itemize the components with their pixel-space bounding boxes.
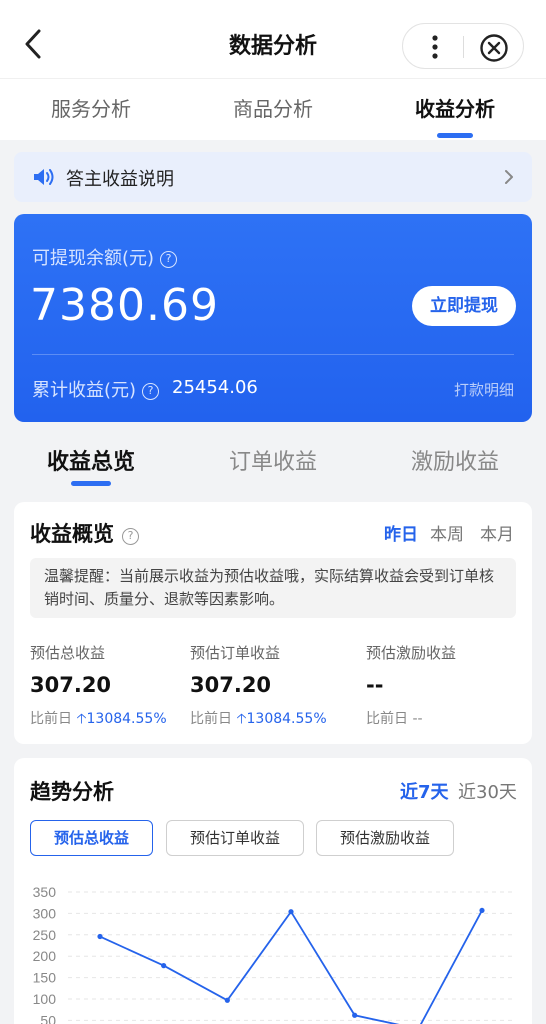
chip-incentive-income[interactable]: 预估激励收益	[316, 820, 454, 856]
more-button[interactable]	[423, 32, 447, 62]
period-yesterday[interactable]: 昨日	[384, 520, 418, 545]
cumulative-label-row: 累计收益(元)?	[32, 376, 160, 402]
data-point[interactable]	[97, 933, 103, 940]
tab-income-overview[interactable]: 收益总览	[0, 444, 182, 476]
overview-title-row: 收益概览?	[30, 518, 139, 548]
chevron-right-icon	[505, 170, 513, 184]
y-tick-label: 200	[33, 948, 57, 964]
compare-change: --	[412, 711, 423, 727]
trend-line-chart: 350 300 250 200 150 100 50	[33, 884, 514, 1024]
active-tab-indicator	[437, 133, 473, 138]
divider	[32, 354, 514, 355]
compare-label: 比前日	[366, 711, 408, 727]
tab-service-analysis[interactable]: 服务分析	[0, 93, 182, 122]
metric-compare: 比前日 --	[366, 708, 456, 728]
data-point[interactable]	[161, 963, 167, 969]
close-circle-icon	[480, 34, 508, 62]
income-overview-card: 收益概览? 昨日 本周 本月 温馨提醒：当前展示收益为预估收益哦，实际结算收益会…	[14, 502, 532, 744]
tab-incentive-income[interactable]: 激励收益	[364, 444, 546, 476]
y-tick-label: 250	[33, 927, 57, 943]
close-button[interactable]	[479, 33, 509, 63]
trend-analysis-card: 趋势分析 近7天 近30天 预估总收益 预估订单收益 预估激励收益 350 300…	[14, 758, 532, 1024]
data-point[interactable]	[224, 997, 230, 1003]
y-tick-label: 100	[33, 991, 57, 1007]
compare-change: 13084.55%	[246, 711, 327, 727]
active-sub-tab-indicator	[71, 481, 111, 486]
cumulative-label: 累计收益(元)	[32, 380, 137, 401]
compare-label: 比前日	[190, 711, 232, 727]
period-this-month[interactable]: 本月	[480, 520, 514, 545]
period-this-week[interactable]: 本周	[430, 520, 464, 545]
arrow-up-icon: 🡡	[76, 711, 87, 727]
notice-text: 答主收益说明	[66, 169, 174, 190]
y-tick-label: 350	[33, 884, 57, 900]
data-point[interactable]	[352, 1012, 358, 1018]
range-7-days[interactable]: 近7天	[400, 778, 449, 804]
tip-box: 温馨提醒：当前展示收益为预估收益哦，实际结算收益会受到订单核销时间、质量分、退款…	[30, 558, 516, 618]
help-icon[interactable]: ?	[142, 383, 160, 400]
metric-compare: 比前日 🡡13084.55%	[30, 708, 167, 732]
tab-product-analysis[interactable]: 商品分析	[182, 93, 364, 122]
analysis-tabs: 服务分析 商品分析 收益分析	[0, 78, 546, 140]
series-line	[99, 909, 483, 1024]
capsule-divider	[463, 36, 464, 58]
withdraw-button[interactable]: 立即提现	[412, 286, 516, 326]
balance-label-row: 可提现余额(元)?	[32, 244, 178, 270]
range-30-days[interactable]: 近30天	[458, 778, 517, 804]
tab-order-income[interactable]: 订单收益	[182, 444, 364, 476]
trend-title: 趋势分析	[30, 780, 114, 804]
metric-order-income: 预估订单收益 307.20 比前日 🡡13084.55%	[190, 642, 327, 732]
y-tick-label: 300	[33, 905, 57, 921]
metric-value: 307.20	[30, 673, 112, 697]
balance-card: 可提现余额(元)? 7380.69 立即提现 累计收益(元)? 25454.06…	[14, 214, 532, 422]
income-sub-tabs: 收益总览 订单收益 激励收益	[0, 430, 546, 492]
balance-amount: 7380.69	[30, 280, 219, 331]
more-vertical-icon	[432, 35, 438, 59]
overview-title: 收益概览	[30, 522, 114, 546]
speaker-icon	[34, 169, 54, 185]
chip-total-income[interactable]: 预估总收益	[30, 820, 153, 856]
help-icon[interactable]: ?	[122, 528, 139, 545]
y-tick-label: 150	[33, 970, 57, 986]
tab-income-analysis[interactable]: 收益分析	[364, 93, 546, 122]
compare-change: 13084.55%	[86, 711, 167, 727]
navigation-bar: 数据分析	[0, 0, 546, 78]
data-point[interactable]	[479, 907, 485, 914]
arrow-up-icon: 🡡	[236, 711, 247, 727]
metric-label: 预估订单收益	[190, 644, 281, 662]
data-point[interactable]	[288, 909, 294, 915]
help-icon[interactable]: ?	[160, 251, 178, 268]
income-explanation-bar[interactable]: 答主收益说明	[14, 152, 532, 202]
payment-detail-link[interactable]: 打款明细	[454, 379, 514, 400]
metric-value: --	[366, 673, 384, 697]
mini-program-capsule	[402, 23, 524, 69]
y-tick-label: 50	[40, 1012, 56, 1024]
chip-order-income[interactable]: 预估订单收益	[166, 820, 304, 856]
metric-compare: 比前日 🡡13084.55%	[190, 708, 327, 732]
metric-incentive-income: 预估激励收益 -- 比前日 --	[366, 642, 456, 728]
metric-label: 预估激励收益	[366, 644, 457, 662]
metric-total-income: 预估总收益 307.20 比前日 🡡13084.55%	[30, 642, 167, 732]
compare-label: 比前日	[30, 711, 72, 727]
metric-value: 307.20	[190, 673, 272, 697]
metric-label: 预估总收益	[30, 644, 106, 662]
balance-label: 可提现余额(元)	[32, 248, 155, 269]
cumulative-value: 25454.06	[172, 377, 258, 398]
